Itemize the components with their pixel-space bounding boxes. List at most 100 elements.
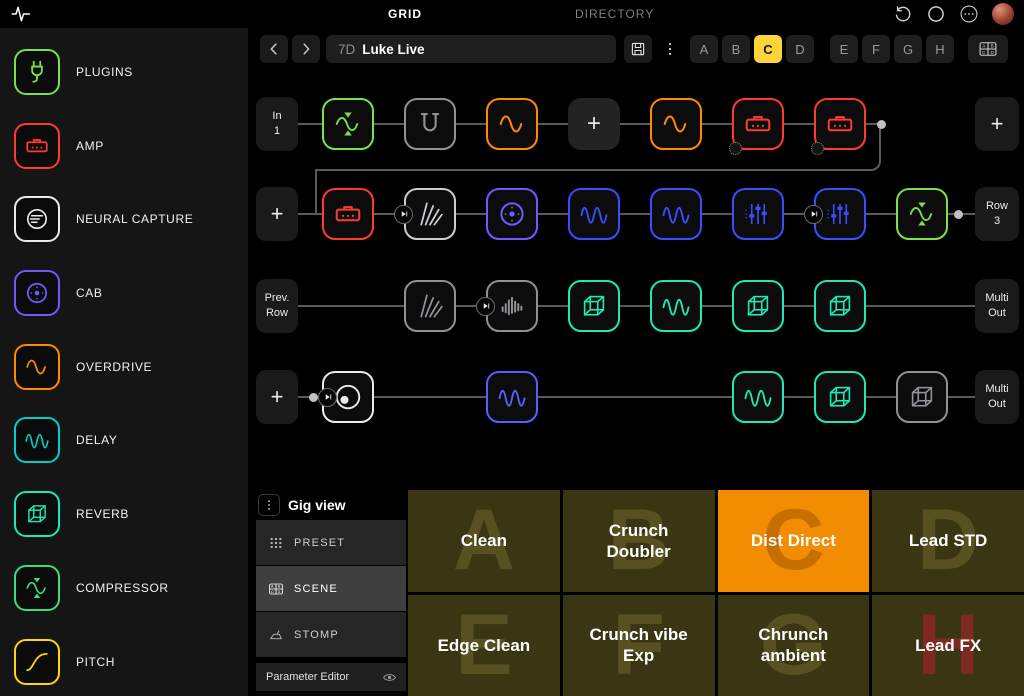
scene-button-e[interactable]: EEdge Clean [408,595,560,696]
scene-button-d[interactable]: DLead STD [872,490,1024,592]
capture-device[interactable] [404,280,456,332]
tab-grid[interactable]: GRID [388,7,422,21]
undo-icon[interactable] [893,4,913,24]
splitter-node[interactable] [318,388,337,407]
sidebar-item-cab[interactable]: CAB [14,270,248,316]
overdrive-device[interactable] [486,98,538,150]
stomp-icon [268,627,284,643]
eq-device[interactable] [732,188,784,240]
scene-button-b[interactable]: BCrunch Doubler [563,490,715,592]
preset-slot-e[interactable]: E [830,35,858,63]
gig-view-panel: Gig view PRESET ABCDSCENESTOMP Parameter … [256,490,406,696]
add-device-node[interactable]: + [256,187,298,241]
wave-device[interactable] [732,371,784,423]
amp-device[interactable] [322,188,374,240]
compressor-device[interactable] [322,98,374,150]
wave-device[interactable] [650,188,702,240]
scene-button-h[interactable]: HLead FX [872,595,1024,696]
cab-icon [14,270,60,316]
kebab-menu-button[interactable] [656,35,684,63]
compressor-device[interactable] [896,188,948,240]
gate-device[interactable] [404,98,456,150]
sidebar-item-label: NEURAL CAPTURE [76,212,193,226]
amp-device[interactable] [732,98,784,150]
cube-device[interactable] [896,371,948,423]
forward-button[interactable] [292,35,320,63]
gig-view-menu: PRESET ABCDSCENESTOMP [256,520,406,657]
avatar[interactable] [992,3,1014,25]
compressor-icon [14,565,60,611]
cube-device[interactable] [732,280,784,332]
svg-text:D: D [991,50,995,55]
preset-slot-c[interactable]: C [754,35,782,63]
scene-button-c[interactable]: CDist Direct [718,490,870,592]
splitter-node[interactable] [804,205,823,224]
row-output-node[interactable]: MultiOut [975,279,1019,333]
svg-text:D: D [278,589,281,593]
preset-slot-f[interactable]: F [862,35,890,63]
sidebar-item-reverb[interactable]: REVERB [14,491,248,537]
back-button[interactable] [260,35,288,63]
sidebar-item-delay[interactable]: DELAY [14,417,248,463]
wave-device[interactable] [568,188,620,240]
sidebar-item-plugins[interactable]: PLUGINS [14,49,248,95]
cab-device[interactable] [486,188,538,240]
feedback-wire [315,171,317,215]
status-ring-icon[interactable] [926,4,946,24]
preset-slot-b[interactable]: B [722,35,750,63]
preset-slot-h[interactable]: H [926,35,954,63]
preset-slot-a[interactable]: A [690,35,718,63]
wave-device[interactable] [650,280,702,332]
scene-button-grid: ACleanBCrunch DoublerCDist DirectDLead S… [408,490,1024,696]
sidebar-item-amp[interactable]: AMP [14,123,248,169]
sidebar-item-pitch[interactable]: PITCH [14,639,248,685]
wave-device[interactable] [486,371,538,423]
scene-button-f[interactable]: FCrunch vibe Exp [563,595,715,696]
sidebar-item-overdrive[interactable]: OVERDRIVE [14,344,248,390]
gig-view-title: Gig view [288,497,346,513]
scene-button-a[interactable]: AClean [408,490,560,592]
grille-badge [811,142,824,155]
cube-device[interactable] [568,280,620,332]
sidebar-item-compressor[interactable]: COMPRESSOR [14,565,248,611]
eye-icon [382,670,397,685]
gig-menu-stomp[interactable]: STOMP [256,612,406,657]
save-button[interactable] [624,35,652,63]
row-output-node[interactable]: Row3 [975,187,1019,241]
row-input-node[interactable]: Prev.Row [256,279,298,333]
preset-name-field[interactable]: 7D Luke Live [326,35,616,63]
empty-slot-button[interactable]: + [568,98,620,150]
cube-device[interactable] [814,280,866,332]
add-device-node[interactable]: + [975,97,1019,151]
sidebar-item-label: COMPRESSOR [76,581,169,595]
sidebar-item-neural-capture[interactable]: NEURAL CAPTURE [14,196,248,242]
amp-device[interactable] [814,98,866,150]
splitter-node[interactable] [394,205,413,224]
sidebar-item-label: CAB [76,286,102,300]
preset-slot-g[interactable]: G [894,35,922,63]
overdrive-device[interactable] [650,98,702,150]
gig-menu-preset[interactable]: PRESET [256,520,406,565]
tab-directory[interactable]: DIRECTORY [575,7,654,21]
signal-wire [298,305,975,307]
svg-text:C: C [271,589,274,593]
preset-prefix: 7D [338,42,355,57]
row-input-node[interactable]: In1 [256,97,298,151]
parameter-editor-button[interactable]: Parameter Editor [256,663,406,691]
svg-text:B: B [278,584,281,588]
preset-slot-d[interactable]: D [786,35,814,63]
cube-device[interactable] [814,371,866,423]
scene-label: Lead STD [889,530,1007,551]
main-area: 7D Luke Live ABCDEFGH ABCD In1+++Row3Pre… [248,28,1024,696]
add-device-node[interactable]: + [256,370,298,424]
kebab-menu-icon[interactable] [258,494,280,516]
scene-view-button[interactable]: ABCD [968,35,1008,63]
splitter-node[interactable] [476,297,495,316]
more-options-icon[interactable] [959,4,979,24]
scene-button-g[interactable]: GChrunch ambient [718,595,870,696]
gig-menu-scene[interactable]: ABCDSCENE [256,566,406,611]
gig-menu-label: PRESET [294,537,345,549]
scene-label: Edge Clean [418,635,551,656]
row-output-node[interactable]: MultiOut [975,370,1019,424]
signal-wire [298,396,975,398]
